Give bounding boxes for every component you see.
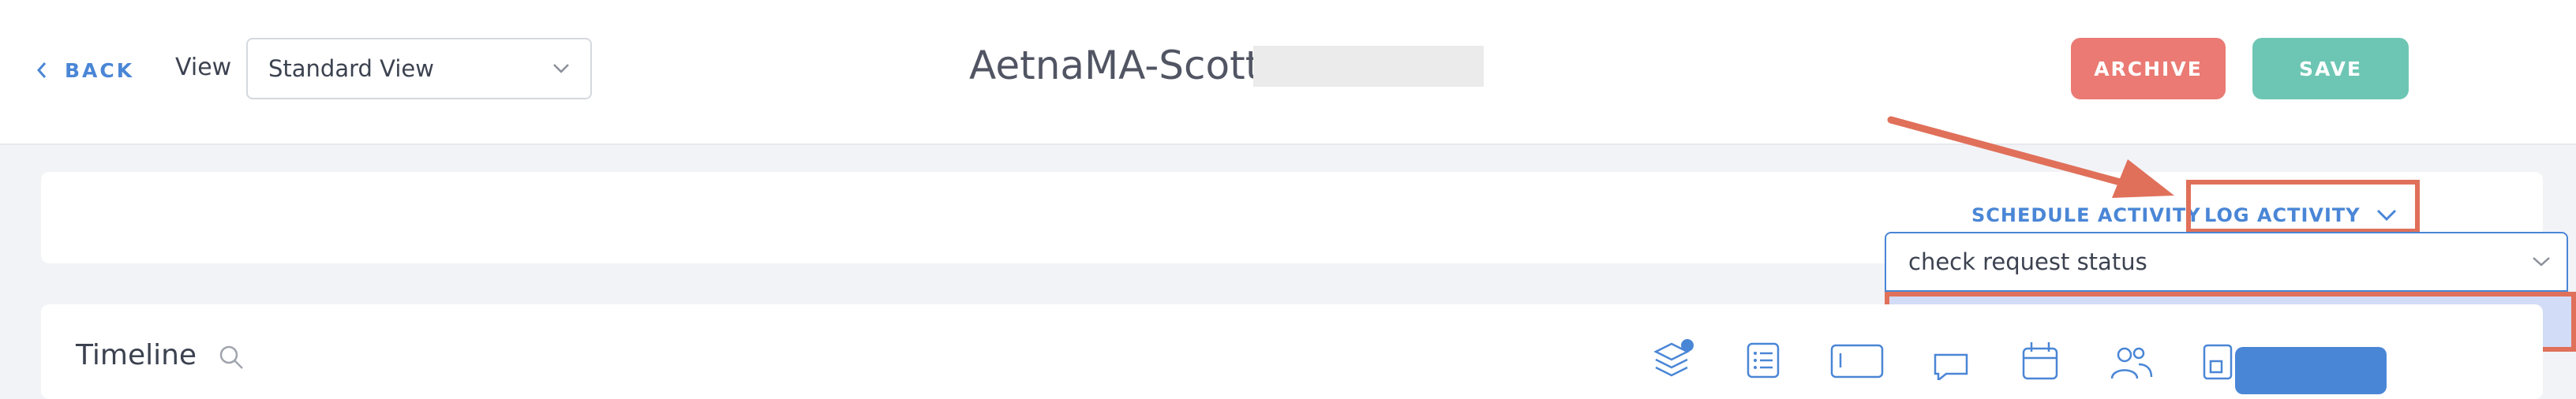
- view-select-value: Standard View: [268, 55, 434, 82]
- record-title: AetnaMA-Scott: [969, 43, 1261, 88]
- view-label: View: [175, 54, 232, 81]
- layers-icon[interactable]: [1653, 337, 1695, 380]
- timeline-title: Timeline: [76, 339, 197, 371]
- calendar-icon[interactable]: [2020, 337, 2060, 380]
- timeline-action-button[interactable]: [2235, 347, 2387, 394]
- people-icon[interactable]: [2107, 337, 2155, 380]
- chat-icon[interactable]: [1932, 337, 1971, 380]
- chevron-down-icon: [2533, 257, 2550, 267]
- search-icon[interactable]: [218, 344, 245, 371]
- annotation-box-log-activity: [2186, 180, 2420, 233]
- list-icon[interactable]: [1746, 337, 1780, 380]
- annotation-arrow-icon: [1887, 116, 2174, 198]
- note-icon[interactable]: [1829, 337, 1885, 380]
- activity-search-input[interactable]: check request status: [1908, 248, 2147, 275]
- back-button[interactable]: BACK: [36, 55, 134, 85]
- chevron-left-icon: [36, 62, 47, 78]
- chevron-down-icon: [553, 64, 569, 73]
- timeline-card: [41, 304, 2543, 399]
- save-button[interactable]: SAVE: [2252, 38, 2409, 99]
- view-select[interactable]: Standard View: [246, 38, 592, 99]
- document-icon[interactable]: [2202, 337, 2233, 380]
- activity-type-combobox[interactable]: check request status: [1885, 232, 2568, 292]
- redacted-text: [1253, 46, 1484, 87]
- schedule-activity-link[interactable]: SCHEDULE ACTIVITY: [1971, 204, 2201, 226]
- back-label: BACK: [65, 58, 135, 82]
- archive-button[interactable]: ARCHIVE: [2071, 38, 2226, 99]
